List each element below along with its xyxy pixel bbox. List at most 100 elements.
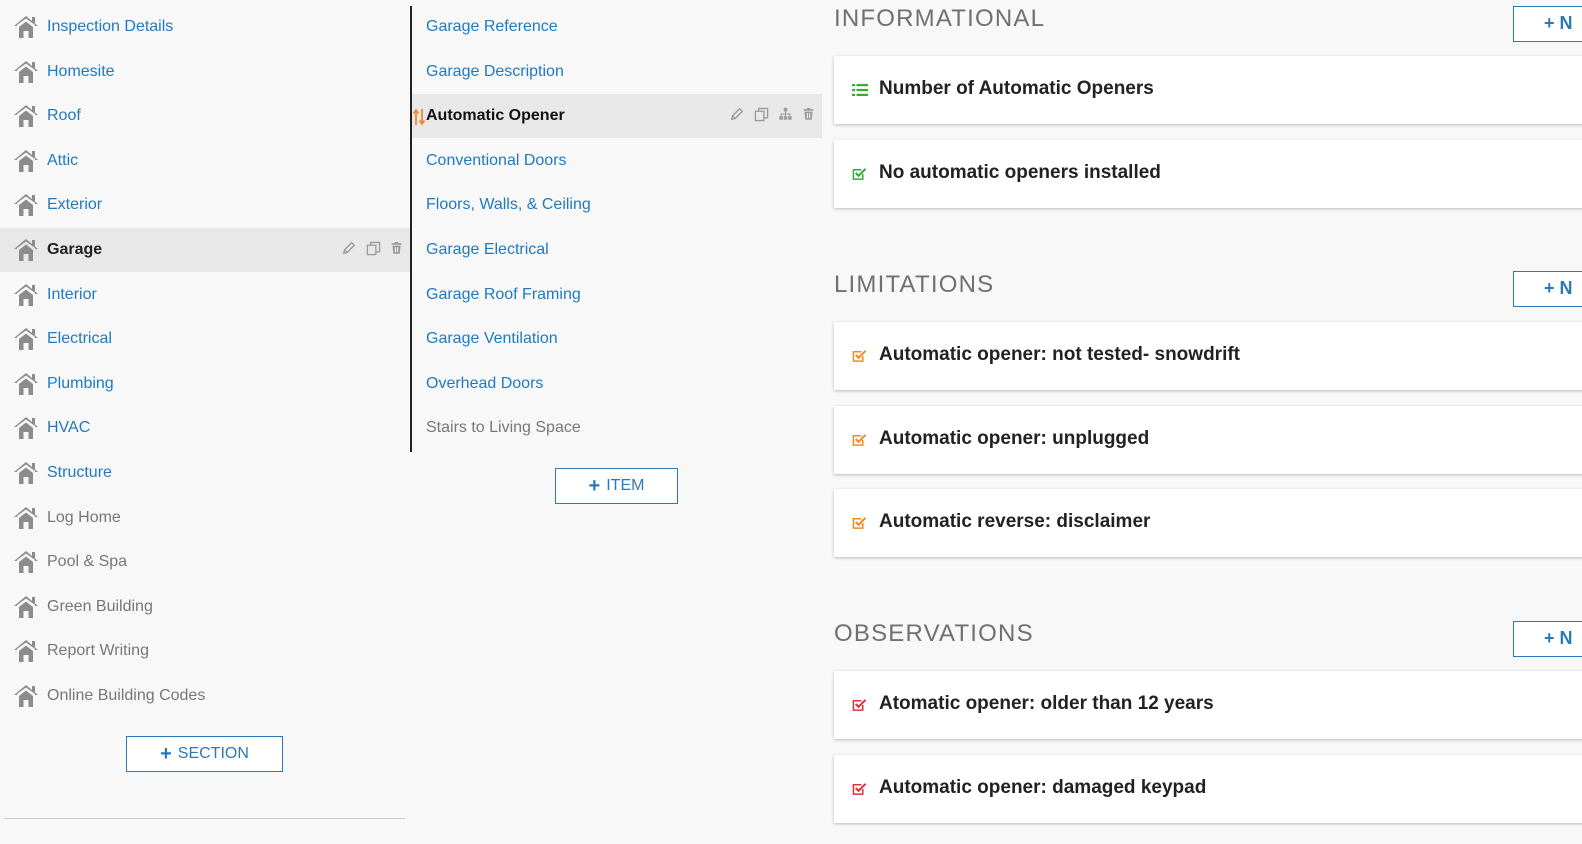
checkbox-icon[interactable] [852, 781, 868, 797]
section-label: Homesite [47, 62, 115, 80]
house-icon [13, 372, 39, 396]
edit-pencil-icon[interactable] [342, 241, 358, 257]
item-label: Garage Reference [426, 18, 558, 35]
section-label: Structure [47, 464, 112, 481]
section-label: Inspection Details [47, 18, 174, 35]
drag-handle-icon[interactable] [412, 108, 426, 126]
copy-icon[interactable] [366, 241, 382, 257]
comment-title: Automatic opener: not tested- snowdrift [879, 344, 1240, 365]
section-garage[interactable]: Garage [0, 228, 410, 272]
section-green-building[interactable]: Green Building [0, 585, 410, 629]
checkbox-icon[interactable] [852, 432, 868, 448]
item-overhead-doors[interactable]: Overhead Doors [412, 362, 822, 406]
comments-panel: INFORMATIONAL + N Number of Automatic Op… [834, 0, 1582, 844]
item-automatic-opener[interactable]: Automatic Opener [412, 94, 822, 139]
comment-card[interactable]: No automatic openers installed [834, 139, 1582, 208]
item-label: Garage Electrical [426, 241, 549, 258]
items-panel: Garage Reference Garage Description Automa… [410, 0, 822, 844]
section-label: Pool & Spa [47, 553, 128, 571]
section-label: HVAC [47, 419, 91, 437]
comment-card[interactable]: Number of Automatic Openers [834, 56, 1582, 124]
divider [4, 818, 405, 819]
comment-card[interactable]: Atomatic opener: older than 12 years [834, 671, 1582, 739]
section-log-home[interactable]: Log Home [0, 496, 410, 540]
section-exterior[interactable]: Exterior [0, 183, 410, 227]
item-label: Automatic Opener [426, 107, 565, 125]
house-icon [13, 15, 39, 39]
add-section-button[interactable]: + SECTION [126, 736, 283, 772]
item-label: Garage Roof Framing [426, 285, 581, 303]
item-label: Overhead Doors [426, 374, 544, 392]
hierarchy-icon[interactable] [778, 107, 794, 123]
plus-icon: + [588, 475, 601, 497]
section-structure[interactable]: Structure [0, 451, 410, 495]
section-label: Attic [47, 151, 79, 169]
plus-icon: + [160, 743, 172, 765]
item-garage-description[interactable]: Garage Description [412, 50, 822, 94]
item-label: Conventional Doors [426, 151, 567, 169]
observations-heading: OBSERVATIONS [834, 620, 1034, 647]
checkbox-icon[interactable] [852, 697, 868, 713]
section-attic[interactable]: Attic [0, 139, 410, 183]
checkbox-icon[interactable] [852, 348, 868, 364]
section-electrical[interactable]: Electrical [0, 317, 410, 361]
item-garage-ventilation[interactable]: Garage Ventilation [412, 317, 822, 361]
section-label: Plumbing [47, 374, 114, 392]
section-label: Roof [47, 107, 81, 125]
section-online-building-codes[interactable]: Online Building Codes [0, 674, 410, 718]
item-label: Garage Description [426, 62, 564, 80]
section-label: Report Writing [47, 642, 149, 660]
comment-title: Automatic opener: unplugged [879, 427, 1150, 449]
checkbox-icon[interactable] [852, 515, 868, 531]
edit-pencil-icon[interactable] [730, 107, 746, 123]
section-hvac[interactable]: HVAC [0, 406, 410, 450]
add-observation-button[interactable]: + N [1513, 621, 1582, 657]
section-homesite[interactable]: Homesite [0, 50, 410, 94]
house-icon [13, 506, 39, 530]
section-report-writing[interactable]: Report Writing [0, 629, 410, 673]
item-stairs-to-living-space[interactable]: Stairs to Living Space [412, 406, 822, 450]
section-label: Log Home [47, 508, 121, 526]
informational-heading: INFORMATIONAL [834, 5, 1046, 32]
item-conventional-doors[interactable]: Conventional Doors [412, 139, 822, 183]
house-icon [13, 149, 39, 173]
comment-title: No automatic openers installed [879, 161, 1161, 183]
limitations-heading: LIMITATIONS [834, 271, 995, 298]
add-item-button[interactable]: + ITEM [555, 468, 678, 504]
item-garage-roof-framing[interactable]: Garage Roof Framing [412, 273, 822, 317]
section-pool-spa[interactable]: Pool & Spa [0, 540, 410, 584]
comment-card[interactable]: Automatic reverse: disclaimer [834, 489, 1582, 557]
house-icon [13, 595, 39, 619]
section-interior[interactable]: Interior [0, 273, 410, 317]
row-actions [730, 107, 818, 123]
copy-icon[interactable] [754, 107, 770, 123]
checkbox-icon[interactable] [852, 166, 868, 182]
delete-trash-icon[interactable] [390, 241, 406, 257]
comment-title: Automatic opener: damaged keypad [879, 776, 1207, 798]
plus-icon: + [1544, 13, 1555, 33]
item-floors-walls-ceiling[interactable]: Floors, Walls, & Ceiling [412, 183, 822, 227]
item-garage-electrical[interactable]: Garage Electrical [412, 228, 822, 272]
comment-card[interactable]: Automatic opener: not tested- snowdrift [834, 322, 1582, 390]
add-informational-button[interactable]: + N [1513, 6, 1582, 42]
comment-title: Atomatic opener: older than 12 years [879, 693, 1214, 714]
section-inspection-details[interactable]: Inspection Details [0, 5, 410, 49]
item-garage-reference[interactable]: Garage Reference [412, 5, 822, 49]
plus-icon: + [1544, 278, 1555, 298]
house-icon [13, 416, 39, 440]
delete-trash-icon[interactable] [802, 107, 818, 123]
house-icon [13, 327, 39, 351]
section-roof[interactable]: Roof [0, 94, 410, 138]
house-icon [13, 238, 39, 262]
house-icon [13, 461, 39, 485]
add-limitation-button[interactable]: + N [1513, 271, 1582, 307]
house-icon [13, 283, 39, 307]
house-icon [13, 193, 39, 217]
house-icon [13, 550, 39, 574]
comment-card[interactable]: Automatic opener: damaged keypad [834, 754, 1582, 823]
list-icon[interactable] [852, 82, 868, 98]
section-plumbing[interactable]: Plumbing [0, 362, 410, 406]
comment-card[interactable]: Automatic opener: unplugged [834, 405, 1582, 474]
house-icon [13, 684, 39, 708]
sections-panel: Inspection Details Homesite Roof Attic Exter… [0, 0, 410, 844]
